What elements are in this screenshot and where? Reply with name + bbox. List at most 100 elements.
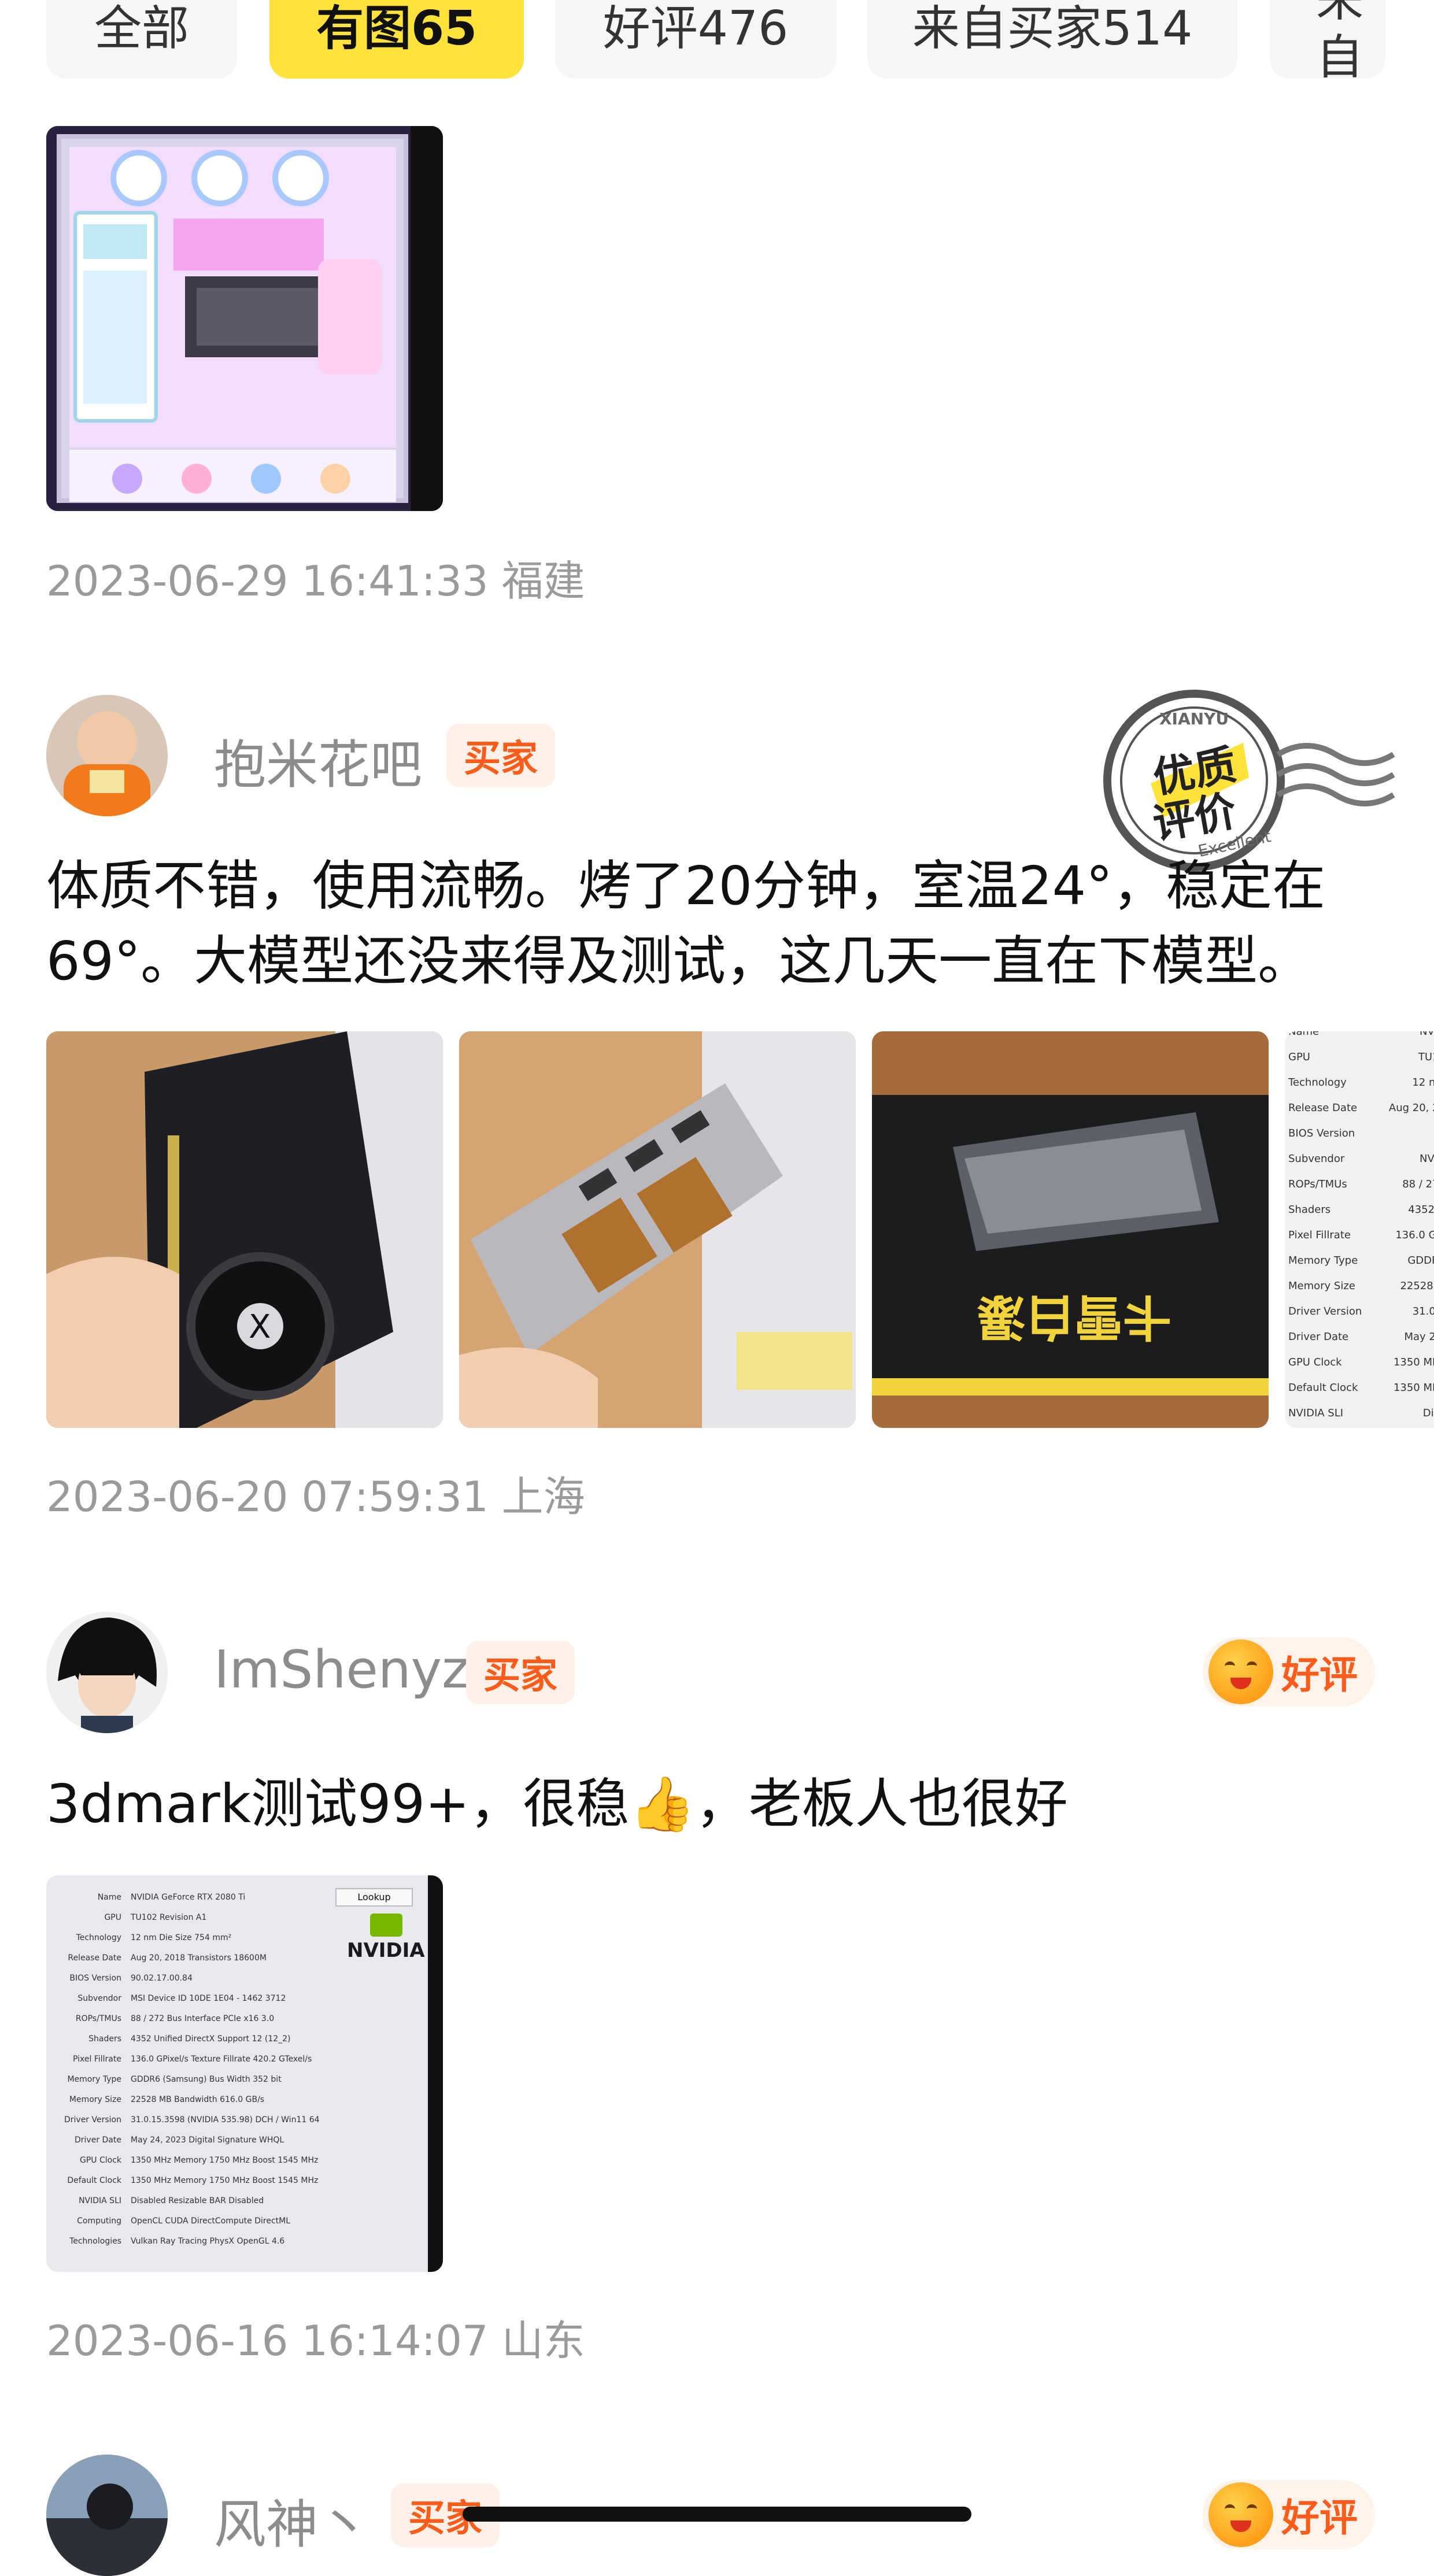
review-photo-pc-case[interactable] — [46, 126, 443, 511]
gpuz-value: 4352 Unified DirectX Support 12 (12_2) — [131, 2034, 291, 2044]
reviewer-name[interactable]: 抱米花吧 — [214, 723, 422, 798]
avatar-anime-character-icon — [46, 1612, 168, 1733]
stamp-top-text: XIANYU — [1159, 709, 1229, 728]
gpuz-value: 136.0 GPixel/s Texture Fillrate 420.2 GT… — [131, 2054, 312, 2064]
gpuz-key: Pixel Fillrate — [1288, 1228, 1351, 1241]
review-timestamp-location: 2023-06-16 16:14:07 山东 — [46, 2316, 585, 2365]
gpuz-value: 12 nm Die Size 754 mm² — [131, 1933, 232, 1942]
review-photo-gpu-box[interactable]: 卡雪白瀑 — [872, 1031, 1269, 1428]
gpuz-key: Driver Date — [1288, 1330, 1349, 1343]
gpuz-value: Vulkan Ray Tracing PhysX OpenGL 4.6 — [131, 2236, 285, 2246]
nvidia-eye-icon — [370, 1914, 402, 1937]
avatar[interactable] — [46, 2455, 168, 2576]
gpuz-value: 4352 U — [1408, 1203, 1434, 1216]
avatar-baby-icon — [46, 695, 168, 816]
tab-with-images-label: 有图65 — [316, 1, 478, 56]
gpu-z-full-spec-table: Name NVIDIA GeForce RTX 2080 Ti GPU TU102 … — [58, 1887, 335, 2251]
home-indicator[interactable] — [463, 2507, 971, 2522]
gpuz-key: Subvendor — [1288, 1152, 1345, 1165]
gpuz-key: Pixel Fillrate — [73, 2054, 121, 2064]
review-text-line-1: 体质不错，使用流畅。烤了20分钟，室温24°，稳定在 — [46, 855, 1326, 917]
rating-label: 好评 — [1281, 2496, 1358, 2540]
gpuz-key: BIOS Version — [1288, 1127, 1355, 1139]
gpuz-value: 90.02.17.00.84 — [131, 1973, 193, 1983]
tab-from-buyers[interactable]: 来自买家514 — [867, 0, 1237, 79]
gpuz-value: GDDR6 (Samsung) Bus Width 352 bit — [131, 2074, 282, 2084]
smile-emoji-icon — [1208, 2482, 1273, 2547]
gpuz-key: GPU Clock — [79, 2155, 121, 2165]
gpuz-value: MSI Device ID 10DE 1E04 - 1462 3712 — [131, 1993, 286, 2003]
gpuz-key: Driver Version — [1288, 1305, 1362, 1317]
gpu-box-label: 卡雪白瀑 — [977, 1289, 1172, 1345]
gpuz-value: 31.0.1 — [1412, 1305, 1434, 1317]
photo-dark-edge — [428, 1875, 443, 2272]
review-timestamp-location: 2023-06-29 16:41:33 福建 — [46, 557, 585, 605]
gpuz-key: Memory Size — [69, 2094, 121, 2104]
buyer-badge: 买家 — [466, 1641, 575, 1704]
tab-from-more-label: 来自 — [1316, 0, 1364, 79]
avatar[interactable] — [46, 695, 168, 816]
gpuz-value: Aug 20, 2018 Transistors 18600M — [131, 1953, 267, 1963]
gpuz-key: ROPs/TMUs — [1288, 1178, 1347, 1190]
gpuz-value: TU10 — [1418, 1050, 1434, 1063]
gpuz-key: GPU Clock — [1288, 1356, 1342, 1368]
tab-all[interactable]: 全部 — [46, 0, 237, 79]
gpuz-value: Aug 20, 20 — [1388, 1101, 1434, 1114]
review-text: 3dmark测试99+，很稳👍，老板人也很好 — [46, 1773, 1068, 1835]
tab-from-buyers-label: 来自买家514 — [912, 1, 1193, 56]
tab-from-more[interactable]: 来自 — [1270, 0, 1385, 79]
review-photo-gpu-ports[interactable] — [459, 1031, 856, 1428]
gpuz-value: NVID — [1420, 1152, 1434, 1165]
gpuz-key: GPU — [1288, 1050, 1310, 1063]
reviewer-name[interactable]: ImShenyz — [214, 1639, 469, 1700]
review-photo-gpu-z-full[interactable]: Lookup NVIDIA Name NVIDIA GeForce RTX 208… — [46, 1875, 443, 2272]
gpuz-key: NVIDIA SLI — [79, 2196, 121, 2205]
gpuz-key: Technologies — [69, 2236, 121, 2246]
gpuz-value: 88 / 272 — [1402, 1178, 1434, 1190]
reviewer-name[interactable]: 风神丶 — [214, 2482, 370, 2558]
review-photo-gpu-front[interactable]: X — [46, 1031, 443, 1428]
svg-text:X: X — [249, 1308, 271, 1346]
gpuz-value: 136.0 GPi — [1395, 1228, 1434, 1241]
gpuz-key: Memory Size — [1288, 1279, 1355, 1292]
gpuz-key: Memory Type — [1288, 1254, 1358, 1267]
avatar-silhouette-icon — [46, 2455, 168, 2576]
gpuz-key: Name — [1288, 1031, 1320, 1038]
tab-positive[interactable]: 好评476 — [555, 0, 836, 79]
gpuz-key: BIOS Version — [69, 1973, 121, 1983]
gpuz-value: 22528 M — [1400, 1279, 1434, 1292]
gpuz-value: TU102 Revision A1 — [131, 1912, 207, 1922]
gpuz-value: May 24, — [1404, 1330, 1434, 1343]
avatar[interactable] — [46, 1612, 168, 1733]
tab-with-images[interactable]: 有图65 — [269, 0, 524, 79]
gpuz-value: OpenCL CUDA DirectCompute DirectML — [131, 2216, 291, 2226]
review-photo-gpu-z-partial[interactable]: Name NVID GPU TU10 Technology 12 nm Release… — [1285, 1031, 1434, 1428]
gpuz-key: Release Date — [1288, 1101, 1358, 1114]
gpuz-key: Technology — [1288, 1076, 1347, 1089]
buyer-badge: 买家 — [446, 724, 555, 787]
gpuz-key: Shaders — [88, 2034, 121, 2044]
gpuz-value: 88 / 272 Bus Interface PCIe x16 3.0 — [131, 2014, 275, 2023]
gpu-z-spec-table: Name NVID GPU TU10 Technology 12 nm Release… — [1288, 1031, 1434, 1426]
gpuz-key: Memory Type — [67, 2074, 121, 2084]
gpuz-lookup-button: Lookup — [335, 1888, 413, 1907]
gpuz-key: GPU — [104, 1912, 121, 1922]
gpuz-value: NVIDIA GeForce RTX 2080 Ti — [131, 1892, 246, 1902]
review-timestamp-location: 2023-06-20 07:59:31 上海 — [46, 1472, 585, 1521]
smile-emoji-icon — [1208, 1639, 1273, 1704]
gpuz-value: Disabled Resizable BAR Disabled — [131, 2196, 264, 2205]
gpuz-key: Computing — [77, 2216, 121, 2226]
gpuz-value: GDDR6 — [1407, 1254, 1434, 1267]
rating-label: 好评 — [1281, 1653, 1358, 1697]
excellent-review-stamp: XIANYU 优质 评价 Excellent — [1087, 679, 1411, 876]
gpuz-value: NVID — [1420, 1031, 1434, 1038]
gpuz-key: Technology — [76, 1933, 121, 1942]
gpuz-key: Driver Date — [75, 2135, 121, 2145]
gpuz-key: NVIDIA SLI — [1288, 1407, 1344, 1419]
gpuz-value: 1350 MHz Memory 1750 MHz Boost 1545 MHz — [131, 2175, 319, 2185]
gpuz-value: 1350 MHz — [1393, 1356, 1434, 1368]
tab-all-label: 全部 — [94, 1, 189, 56]
gpu-box-illustration — [872, 1031, 1269, 1428]
gpuz-key: Subvendor — [77, 1993, 121, 2003]
positive-rating-badge: 好评 — [1203, 2480, 1375, 2549]
